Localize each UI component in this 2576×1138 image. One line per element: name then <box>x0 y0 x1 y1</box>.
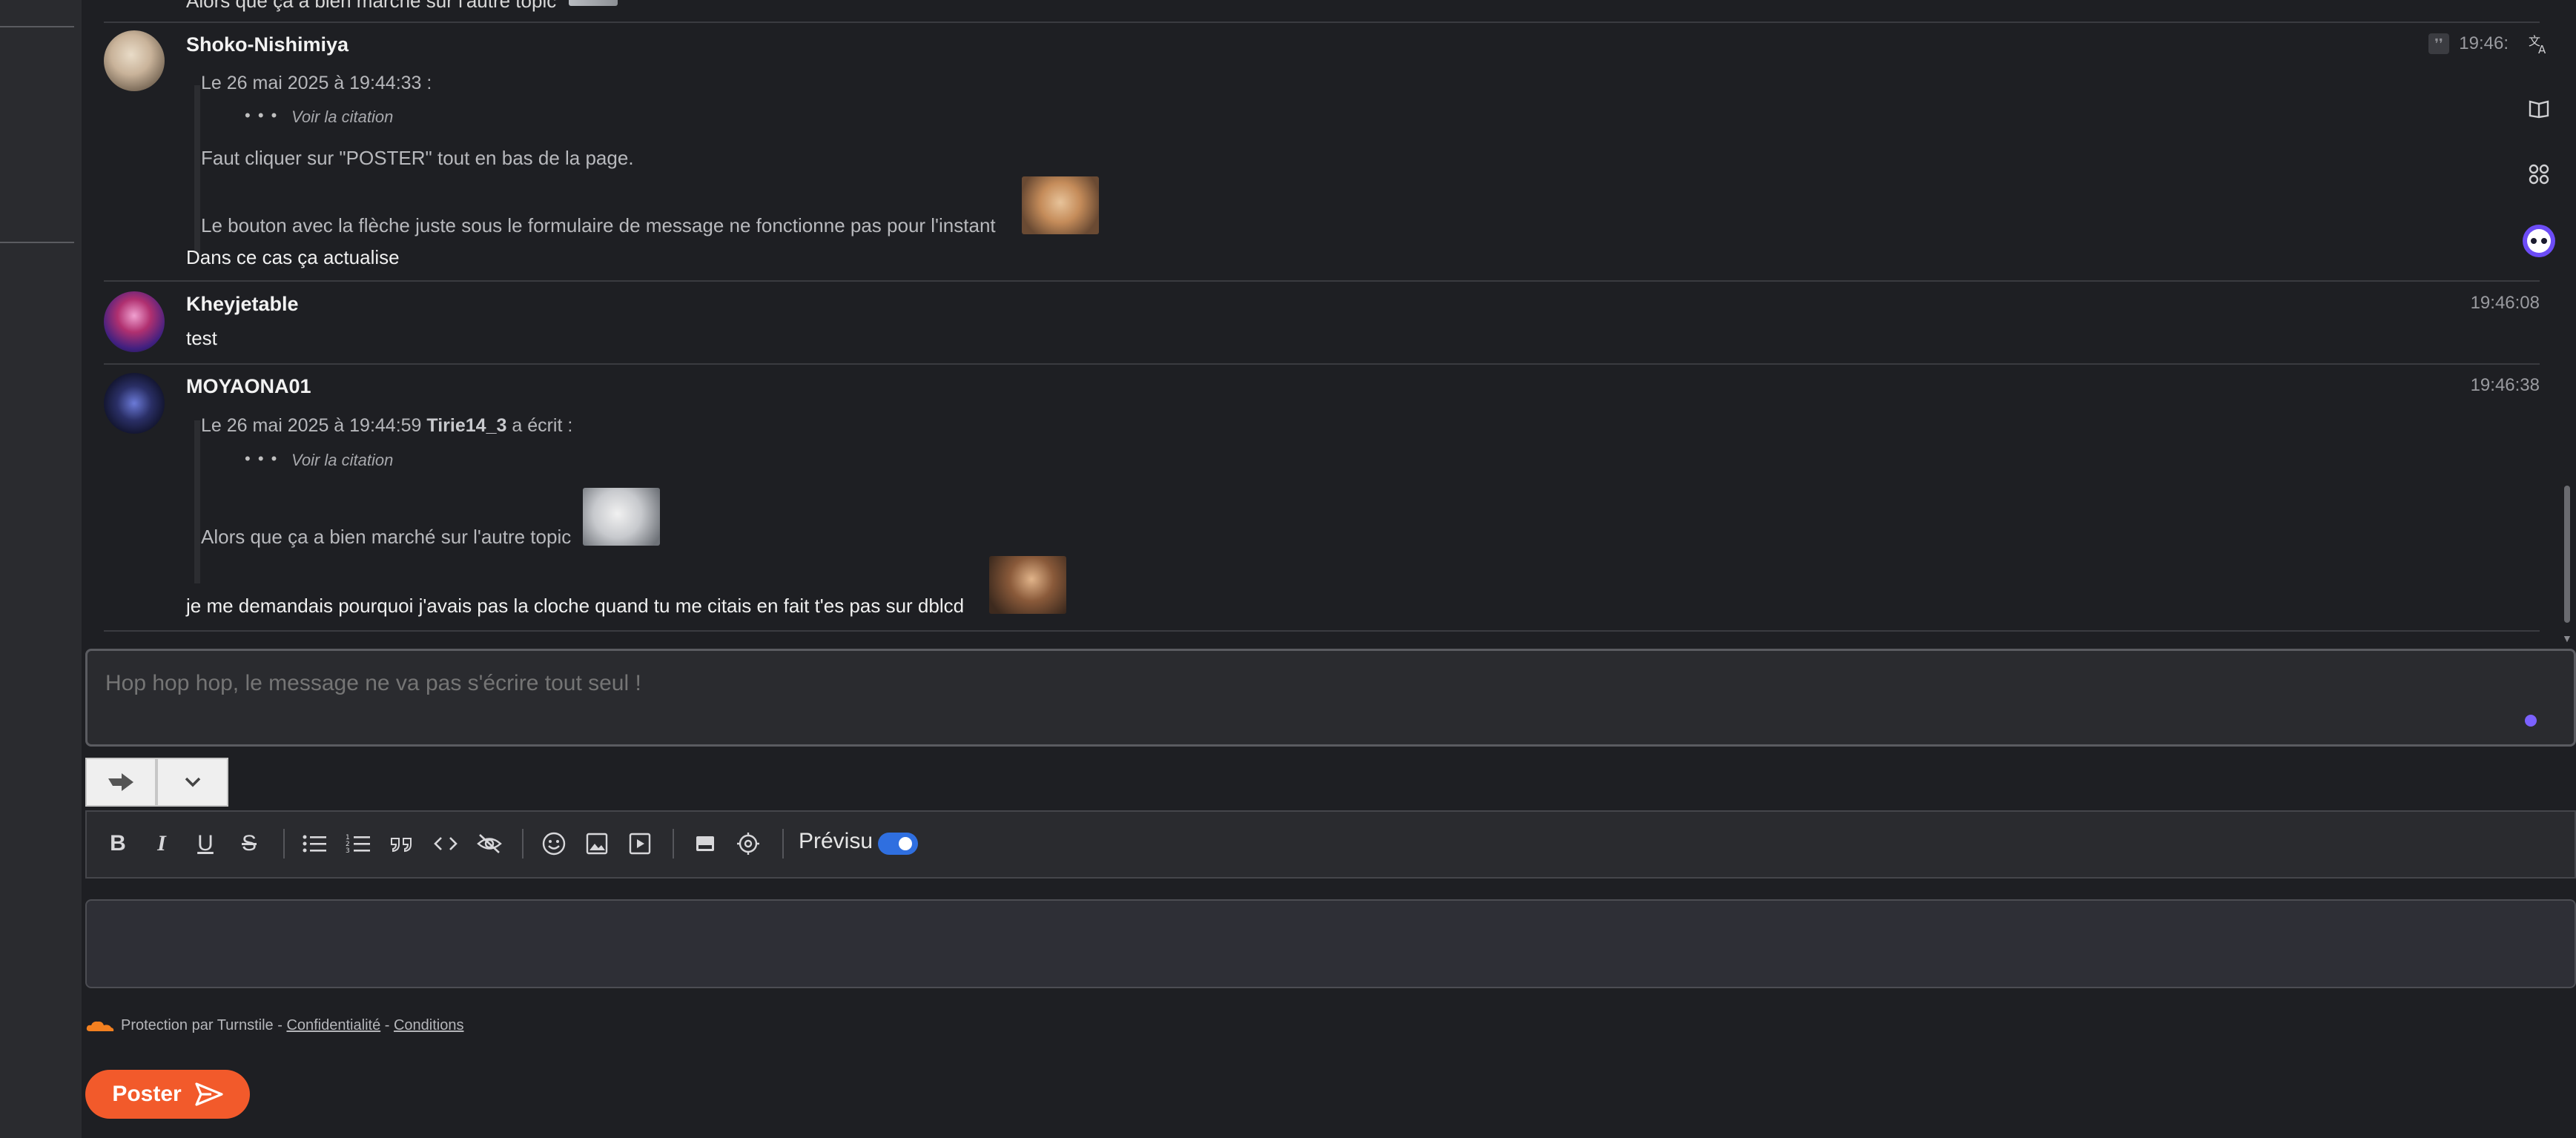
toolbar-divider <box>522 829 524 859</box>
left-rail <box>0 0 82 1138</box>
underline-button[interactable]: U <box>188 827 222 861</box>
preview-label: Prévisu <box>799 829 873 853</box>
message-author[interactable]: MOYAONA01 <box>186 375 311 398</box>
message-item: MOYAONA01 19:46:38 Le 26 mai 2025 à 19:4… <box>104 365 2540 632</box>
code-button[interactable] <box>429 827 463 861</box>
see-quote-link[interactable]: Voir la citation <box>291 107 393 127</box>
quote-button[interactable] <box>385 827 419 861</box>
more-dots-icon[interactable]: • • • <box>245 106 278 125</box>
quote-bar <box>194 420 200 583</box>
protection-text: Protection par Turnstile - <box>121 1017 283 1033</box>
smiley-icon <box>542 832 566 856</box>
message-input[interactable] <box>104 670 2480 697</box>
scroll-down-icon[interactable]: ▼ <box>2562 632 2572 644</box>
footer-separator: - <box>384 1017 390 1033</box>
rail-divider <box>0 242 74 243</box>
message-text: Alors que ça a bien marché sur l'autre t… <box>186 0 557 12</box>
scrollbar-thumb[interactable] <box>2564 486 2570 623</box>
quote-author[interactable]: Tirie14_3 <box>426 415 506 436</box>
turnstile-notice: Protection par Turnstile - Confidentiali… <box>85 1017 464 1034</box>
message-item: Shoko-Nishimiya ❜❜ 19:46: Le 26 mai 2025… <box>104 23 2540 282</box>
message-text: test <box>186 327 217 349</box>
photo-icon <box>696 836 714 851</box>
sticker-image <box>1022 176 1099 234</box>
message-item: Kheyjetable 19:46:08 test <box>104 282 2540 365</box>
quote-date: Le 26 mai 2025 à 19:44:59 <box>201 415 422 436</box>
quote-icon[interactable]: ❜❜ <box>2428 33 2449 54</box>
cloudflare-icon <box>85 1019 115 1033</box>
video-button[interactable] <box>623 827 657 861</box>
see-quote-link[interactable]: Voir la citation <box>291 451 393 470</box>
book-icon[interactable] <box>2517 87 2560 130</box>
terms-link[interactable]: Conditions <box>394 1017 464 1033</box>
toolbar-divider <box>283 829 285 859</box>
video-icon <box>629 833 651 855</box>
more-dots-icon[interactable]: • • • <box>245 449 278 469</box>
settings-button[interactable] <box>731 827 765 861</box>
quote-suffix: a écrit : <box>512 415 573 436</box>
gallery-button[interactable] <box>688 827 722 861</box>
numbered-list-button[interactable]: 123 <box>341 827 375 861</box>
quote-bar <box>194 85 200 254</box>
assistant-icon[interactable] <box>2517 219 2560 262</box>
emoji-button[interactable] <box>537 827 571 861</box>
avatar[interactable] <box>104 30 165 91</box>
message-author[interactable]: Kheyjetable <box>186 293 299 316</box>
post-button-label: Poster <box>112 1082 182 1106</box>
post-button[interactable]: Poster <box>85 1070 250 1119</box>
svg-text:3: 3 <box>346 847 350 855</box>
sticker-image <box>569 0 618 6</box>
quote-text: Le bouton avec la flèche juste sous le f… <box>201 214 996 236</box>
rail-divider <box>0 26 74 27</box>
numbered-list-icon: 123 <box>346 834 370 855</box>
image-icon <box>586 833 608 855</box>
sticker-image <box>989 556 1066 614</box>
message-partial: Alors que ça a bien marché sur l'autre t… <box>104 0 2540 23</box>
message-text: je me demandais pourquoi j'avais pas la … <box>186 595 965 617</box>
translate-icon[interactable]: 文A <box>2517 22 2560 65</box>
code-icon <box>434 837 458 850</box>
message-time: 19:46:08 <box>2470 293 2540 313</box>
message-composer[interactable] <box>85 649 2576 747</box>
send-arrow-icon <box>108 773 133 791</box>
avatar[interactable] <box>104 291 165 352</box>
send-icon <box>195 1082 223 1106</box>
message-time: 19:46: <box>2459 33 2509 53</box>
privacy-link[interactable]: Confidentialité <box>286 1017 380 1033</box>
toolbar-divider <box>782 829 784 859</box>
turnstile-widget[interactable] <box>85 899 2576 988</box>
quote-header: Le 26 mai 2025 à 19:44:33 : <box>201 73 432 93</box>
status-dot <box>2525 715 2537 727</box>
sticker-image <box>583 488 660 546</box>
strikethrough-button[interactable]: S <box>232 827 266 861</box>
apps-icon[interactable] <box>2517 153 2560 196</box>
quote-text: Alors que ça a bien marché sur l'autre t… <box>201 526 572 548</box>
message-text: Dans ce cas ça actualise <box>186 246 400 268</box>
send-options-dropdown[interactable] <box>156 758 228 807</box>
eye-off-icon <box>477 834 502 853</box>
image-button[interactable] <box>580 827 614 861</box>
bold-button[interactable]: B <box>101 827 135 861</box>
send-action-button[interactable] <box>85 758 156 807</box>
avatar[interactable] <box>104 373 165 434</box>
gear-icon <box>737 833 759 855</box>
quote-header: Le 26 mai 2025 à 19:44:59 Tirie14_3 a éc… <box>201 415 572 437</box>
italic-button[interactable]: I <box>145 827 179 861</box>
quote-icon <box>391 838 412 853</box>
quote-text: Faut cliquer sur "POSTER" tout en bas de… <box>201 147 634 169</box>
spoiler-button[interactable] <box>472 827 506 861</box>
messages-list: Alors que ça a bien marché sur l'autre t… <box>104 0 2540 634</box>
toolbar-divider <box>673 829 674 859</box>
svg-text:A: A <box>2538 43 2546 56</box>
message-time: 19:46:38 <box>2470 375 2540 395</box>
chevron-down-icon <box>185 777 200 787</box>
bullet-list-icon <box>303 835 326 853</box>
bullet-list-button[interactable] <box>297 827 331 861</box>
message-author[interactable]: Shoko-Nishimiya <box>186 33 349 56</box>
toggle-knob <box>899 837 912 850</box>
